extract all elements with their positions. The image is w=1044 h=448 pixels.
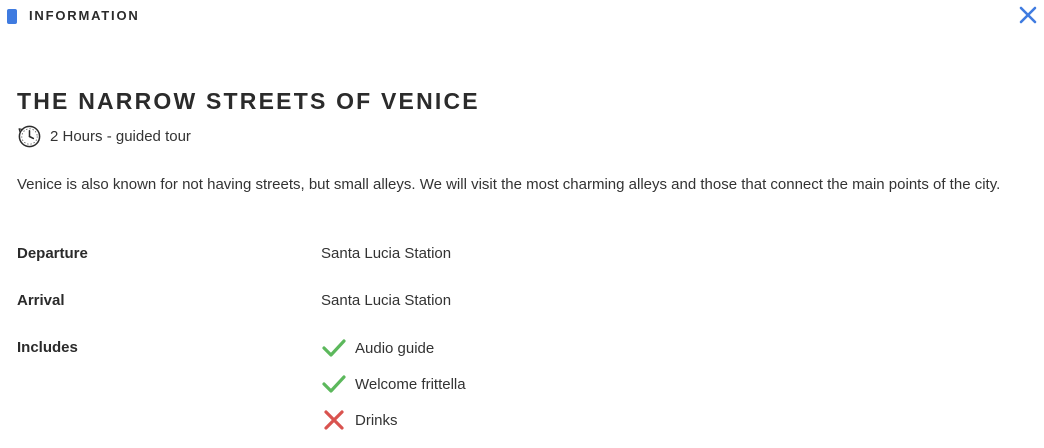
departure-value: Santa Lucia Station	[321, 245, 452, 262]
check-icon	[322, 375, 346, 393]
include-item-drinks: Drinks	[321, 408, 398, 432]
includes-label: Includes	[17, 339, 78, 356]
include-item-welcome-frittella: Welcome frittella	[321, 372, 466, 396]
include-label: Drinks	[355, 411, 398, 429]
departure-label: Departure	[17, 245, 88, 262]
cross-icon	[324, 410, 344, 430]
tour-duration: 2 Hours - guided tour	[17, 123, 191, 149]
header-title: INFORMATION	[29, 8, 140, 23]
include-label: Welcome frittella	[355, 375, 466, 393]
arrival-value: Santa Lucia Station	[321, 292, 452, 309]
include-label: Audio guide	[355, 339, 435, 357]
tour-description: Venice is also known for not having stre…	[17, 176, 1001, 193]
arrival-label: Arrival	[17, 292, 65, 309]
check-icon	[322, 339, 346, 357]
close-icon	[1019, 6, 1037, 24]
close-button[interactable]	[1017, 4, 1039, 26]
duration-text: 2 Hours - guided tour	[50, 127, 191, 145]
tour-title: THE NARROW STREETS OF VENICE	[17, 88, 480, 114]
include-item-audio-guide: Audio guide	[321, 336, 434, 360]
clock-icon	[18, 125, 41, 147]
info-header: INFORMATION	[0, 0, 1044, 30]
header-accent-marker	[7, 9, 17, 24]
